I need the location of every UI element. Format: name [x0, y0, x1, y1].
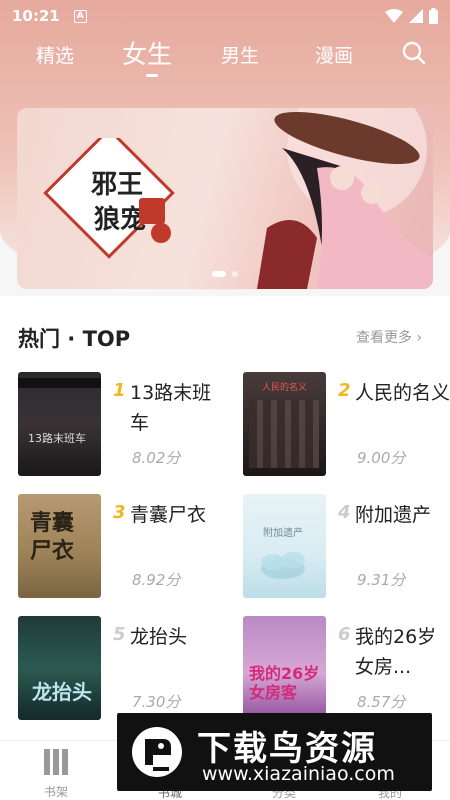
- status-time: 10:21: [12, 7, 60, 25]
- signal-icon: [409, 9, 423, 23]
- book-item[interactable]: 我的26岁女房客 6 我的26岁女房... 8.57分: [243, 616, 450, 722]
- banner-pagination: [17, 271, 433, 277]
- rank-number: 3: [113, 502, 126, 523]
- rank-number: 2: [338, 380, 351, 401]
- tab-label: 书架: [43, 785, 68, 799]
- watermark-banner: 下载鸟资源 www.xiazainiao.com: [117, 713, 432, 791]
- see-more-label: 查看更多: [356, 330, 412, 346]
- book-title: 我的26岁女房...: [355, 626, 437, 678]
- active-tab-indicator: [146, 74, 158, 77]
- status-bar: 10:21 A: [0, 0, 450, 32]
- book-score: 9.00分: [357, 449, 406, 467]
- top-nav: 精选 女生 男生 漫画: [0, 32, 450, 82]
- rank-number: 6: [338, 624, 351, 645]
- book-cover: 13路末班车: [18, 372, 101, 476]
- watermark-url: www.xiazainiao.com: [202, 763, 395, 785]
- tab-manhua[interactable]: 漫画: [315, 41, 353, 68]
- see-more-link[interactable]: 查看更多 ›: [356, 327, 422, 347]
- book-item[interactable]: 青囊尸衣 3 青囊尸衣 8.92分: [18, 494, 233, 600]
- book-score: 9.31分: [357, 571, 406, 589]
- banner-book-cover: 邪王 狼宠: [43, 138, 175, 259]
- tab-jingxuan[interactable]: 精选: [36, 41, 74, 68]
- promo-banner[interactable]: 邪王 狼宠: [17, 108, 433, 289]
- book-score: 7.30分: [132, 693, 181, 711]
- book-item[interactable]: 龙抬头 5 龙抬头 7.30分: [18, 616, 233, 722]
- battery-icon: [429, 8, 438, 24]
- book-item[interactable]: 13路末班车 1 13路末班车 8.02分: [18, 372, 233, 478]
- book-title: 附加遗产: [355, 504, 432, 526]
- book-title: 13路末班车: [130, 382, 212, 434]
- tab-nvsheng[interactable]: 女生: [122, 35, 172, 71]
- rank-number: 5: [113, 624, 126, 645]
- cover-flower-illustration: [261, 552, 305, 579]
- wifi-icon: [385, 9, 403, 23]
- tab-bookshelf[interactable]: 书架: [26, 747, 86, 800]
- cover-title: 我的26岁女房客: [249, 664, 320, 702]
- notification-a-icon: A: [73, 9, 87, 23]
- book-item[interactable]: 人民的名义 2 人民的名义 9.00分: [243, 372, 450, 478]
- chevron-right-icon: ›: [416, 330, 423, 346]
- tab-nansheng[interactable]: 男生: [221, 41, 259, 68]
- book-cover: 青囊尸衣: [18, 494, 101, 598]
- banner-dot: [232, 271, 238, 277]
- cover-title: 青囊尸衣: [30, 511, 75, 564]
- book-title: 人民的名义: [355, 382, 450, 404]
- cover-title: 13路末班车: [28, 432, 86, 445]
- bookshelf-icon: [44, 749, 68, 775]
- book-score: 8.57分: [357, 693, 406, 711]
- book-cover: 我的26岁女房客: [243, 616, 326, 720]
- banner-cover-title-2: 狼宠: [94, 204, 146, 235]
- book-cover: 人民的名义: [243, 372, 326, 476]
- book-title: 龙抬头: [130, 626, 188, 648]
- book-score: 8.02分: [132, 449, 181, 467]
- book-item[interactable]: 附加遗产 4 附加遗产 9.31分: [243, 494, 450, 600]
- rank-number: 1: [113, 380, 126, 401]
- rank-number: 4: [338, 502, 351, 523]
- book-cover: 龙抬头: [18, 616, 101, 720]
- bird-logo-icon: [132, 727, 182, 777]
- book-title: 青囊尸衣: [130, 504, 207, 526]
- section-title: 热门 · TOP: [18, 327, 131, 351]
- cover-title: 人民的名义: [261, 383, 307, 393]
- search-icon[interactable]: [401, 40, 427, 66]
- banner-cover-title-1: 邪王: [90, 170, 143, 200]
- book-cover: 附加遗产: [243, 494, 326, 598]
- book-score: 8.92分: [132, 571, 181, 589]
- cover-title: 龙抬头: [32, 680, 92, 704]
- banner-dot: [212, 271, 226, 277]
